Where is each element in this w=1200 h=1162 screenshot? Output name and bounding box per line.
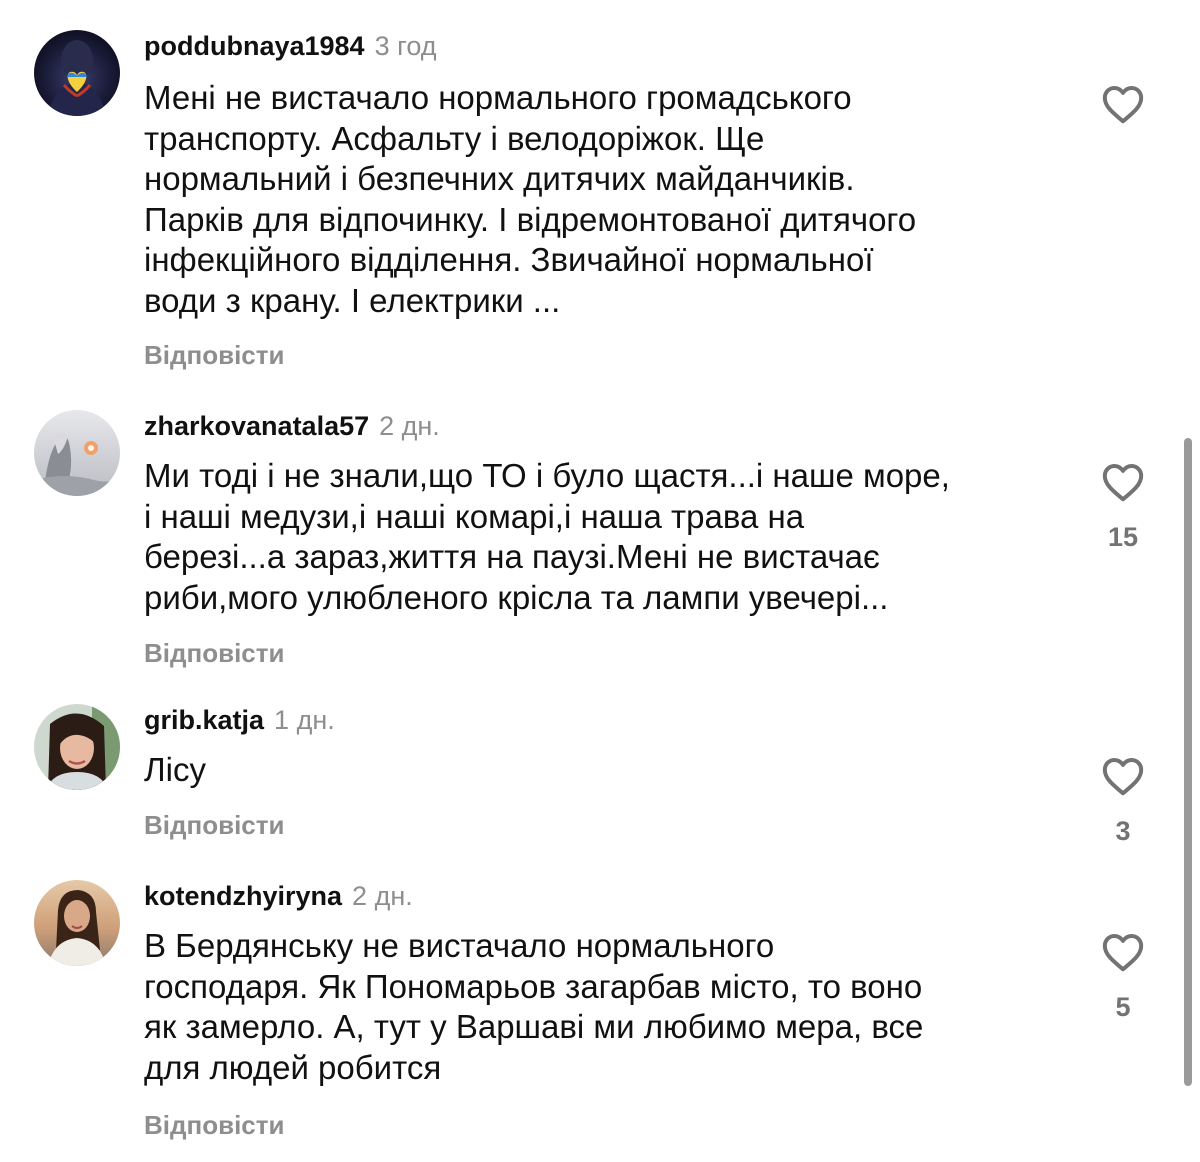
comment-time: 2 дн. (352, 881, 413, 911)
avatar-image (34, 880, 120, 966)
comment-meta: grib.katja 1 дн. (144, 704, 335, 736)
reply-button[interactable]: Відповісти (144, 340, 284, 370)
comment-username[interactable]: kotendzhyiryna (144, 881, 342, 911)
comment-item: kotendzhyiryna 2 дн. В Бердянську не вист… (0, 870, 1200, 1162)
like-count: 5 (1115, 992, 1131, 1022)
comment-item: zharkovanatala57 2 дн. Ми тоді і не знали… (0, 390, 1200, 690)
comment-username[interactable]: grib.katja (144, 705, 264, 735)
comment-meta: kotendzhyiryna 2 дн. (144, 880, 413, 912)
avatar[interactable] (34, 704, 120, 790)
avatar[interactable] (34, 880, 120, 966)
heart-outline-icon (1102, 758, 1144, 796)
heart-outline-icon (1102, 934, 1144, 972)
comment-time: 2 дн. (379, 411, 440, 441)
avatar-image (34, 30, 120, 116)
comment-text: Лісу (144, 751, 206, 788)
like-button[interactable]: 15 (1092, 462, 1154, 552)
scrollbar[interactable] (1184, 438, 1192, 1086)
comment-text: В Бердянську не вистачало нормального го… (144, 927, 924, 1086)
avatar[interactable] (34, 30, 120, 116)
comment-text: Мені не вистачало нормального громадсько… (144, 79, 917, 319)
reply-button[interactable]: Відповісти (144, 1110, 284, 1140)
comment-username[interactable]: poddubnaya1984 (144, 31, 365, 61)
like-button[interactable] (1092, 84, 1154, 124)
like-count: 15 (1107, 522, 1139, 552)
comment-time: 3 год (374, 31, 437, 61)
heart-outline-icon (1102, 464, 1144, 502)
like-button[interactable]: 5 (1092, 932, 1154, 1022)
reply-button[interactable]: Відповісти (144, 638, 284, 668)
heart-outline-icon (1102, 86, 1144, 124)
comment-meta: zharkovanatala57 2 дн. (144, 410, 440, 442)
reply-button[interactable]: Відповісти (144, 810, 284, 840)
like-count: 3 (1115, 816, 1131, 846)
like-button[interactable]: 3 (1092, 756, 1154, 846)
avatar[interactable] (34, 410, 120, 496)
avatar-image (34, 410, 120, 496)
comment-text: Ми тоді і не знали,що ТО і було щастя...… (144, 457, 950, 616)
comment-item: grib.katja 1 дн. Лісу Відповісти 3 (0, 690, 1200, 870)
comment-item: poddubnaya1984 3 год Мені не вистачало но… (0, 0, 1200, 390)
comment-time: 1 дн. (274, 705, 335, 735)
comment-meta: poddubnaya1984 3 год (144, 30, 437, 62)
comment-username[interactable]: zharkovanatala57 (144, 411, 369, 441)
avatar-image (34, 704, 120, 790)
